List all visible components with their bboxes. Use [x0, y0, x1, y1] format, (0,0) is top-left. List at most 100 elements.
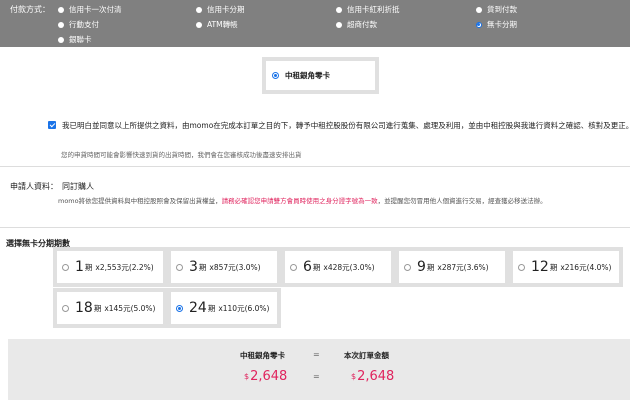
- payment-option-label: 貨到付款: [487, 5, 517, 14]
- radio-icon: [518, 263, 525, 271]
- installment-option-inner: 3 期 x857元(3.0%): [171, 251, 277, 283]
- amount-value: 2,648: [250, 369, 288, 384]
- radio-icon: [62, 304, 69, 312]
- card-option[interactable]: 中租銀角零卡: [262, 57, 379, 94]
- payment-option-label: 無卡分期: [487, 20, 517, 29]
- installment-option-24[interactable]: 24 期 x110元(6.0%): [167, 288, 281, 328]
- installment-option-9[interactable]: 9 期 x287元(3.6%): [395, 247, 509, 287]
- currency-symbol: $: [244, 372, 250, 381]
- installment-periods: 3: [189, 259, 198, 275]
- agreement-row: 我已明白並同意以上所提供之資料，由momo在完成本訂單之目的下，轉予中租控股股份…: [48, 119, 638, 132]
- card-total-amount: $2,648: [244, 369, 287, 384]
- agreement-note: 您的申貸時間可能會影響快速到貨的出貨時間，我們會在您審核成功後盡速安排出貨: [61, 151, 302, 159]
- installment-periods: 24: [189, 300, 207, 316]
- installment-option-inner: 24 期 x110元(6.0%): [171, 292, 277, 324]
- installment-option-inner: 9 期 x287元(3.6%): [399, 251, 505, 283]
- applicant-notice: momo將依您提供資料與中租控股照會及保留出貨權益，請務必確認您申請雙方會員時使…: [58, 195, 547, 205]
- radio-icon: [58, 36, 64, 43]
- radio-icon: [58, 21, 64, 28]
- card-option-inner: 中租銀角零卡: [266, 61, 375, 90]
- divider: [0, 166, 630, 167]
- agreement-checkbox[interactable]: [48, 121, 56, 129]
- payment-option-atm[interactable]: ATM轉帳: [196, 19, 238, 30]
- radio-selected-icon: [176, 304, 183, 312]
- applicant-heading: 申請人資料： 同訂購人: [10, 181, 94, 192]
- installment-option-18[interactable]: 18 期 x145元(5.0%): [53, 288, 167, 328]
- payment-option-convenience-store[interactable]: 超商付款: [336, 19, 377, 30]
- payment-method-label: 付款方式：: [10, 5, 50, 14]
- radio-icon: [62, 263, 69, 271]
- installment-unit: 期: [426, 262, 435, 272]
- payment-option-label: ATM轉帳: [207, 20, 238, 29]
- installment-option-inner: 12 期 x216元(4.0%): [513, 251, 619, 283]
- radio-icon: [290, 263, 297, 271]
- installment-unit: 期: [198, 262, 207, 272]
- applicant-label: 申請人資料：: [10, 182, 58, 191]
- installment-unit: 期: [93, 303, 102, 313]
- card-name: 中租銀角零卡: [285, 71, 330, 80]
- radio-icon: [336, 21, 342, 28]
- installment-option-1[interactable]: 1 期 x2,553元(2.2%): [53, 247, 167, 287]
- payment-option-label: 超商付款: [347, 20, 377, 29]
- radio-icon: [58, 6, 64, 13]
- installment-periods: 12: [531, 259, 549, 275]
- radio-icon: [404, 263, 411, 271]
- payment-option-unionpay[interactable]: 銀聯卡: [58, 34, 92, 45]
- divider: [0, 227, 630, 228]
- installment-periods: 6: [303, 259, 312, 275]
- installment-detail: x110元(6.0%): [218, 303, 270, 313]
- payment-option-label: 信用卡紅利折抵: [347, 5, 400, 14]
- payment-option-credit-bonus[interactable]: 信用卡紅利折抵: [336, 4, 400, 15]
- currency-symbol: $: [351, 372, 357, 381]
- applicant-value: 同訂購人: [62, 182, 94, 191]
- installment-option-3[interactable]: 3 期 x857元(3.0%): [167, 247, 281, 287]
- installment-option-inner: 1 期 x2,553元(2.2%): [57, 251, 163, 283]
- payment-option-label: 信用卡分期: [207, 5, 245, 14]
- payment-option-label: 行動支付: [69, 20, 99, 29]
- payment-option-cod[interactable]: 貨到付款: [476, 4, 517, 15]
- order-total-amount: $2,648: [351, 369, 394, 384]
- payment-option-mobile-pay[interactable]: 行動支付: [58, 19, 99, 30]
- agreement-text: 我已明白並同意以上所提供之資料，由momo在完成本訂單之目的下，轉予中租控股股份…: [62, 121, 634, 130]
- equals-sign: =: [313, 350, 320, 359]
- radio-selected-icon: [272, 72, 279, 79]
- radio-icon: [196, 6, 202, 13]
- installment-option-6[interactable]: 6 期 x428元(3.0%): [281, 247, 395, 287]
- installment-option-inner: 18 期 x145元(5.0%): [57, 292, 163, 324]
- installment-periods: 1: [75, 259, 84, 275]
- payment-option-credit-full[interactable]: 信用卡一次付清: [58, 4, 122, 15]
- installment-detail: x287元(3.6%): [437, 262, 489, 272]
- checkout-page: 付款方式： 信用卡一次付清 信用卡分期 信用卡紅利折抵 貨到付款 行動支付 AT…: [0, 0, 641, 400]
- installment-unit: 期: [84, 262, 93, 272]
- payment-option-label: 信用卡一次付清: [69, 5, 122, 14]
- installment-detail: x428元(3.0%): [323, 262, 375, 272]
- installment-detail: x857元(3.0%): [209, 262, 261, 272]
- installment-detail: x216元(4.0%): [560, 262, 612, 272]
- installment-detail: x2,553元(2.2%): [95, 262, 154, 272]
- order-totals: 中租銀角零卡 = 本次訂單金額 $2,648 = $2,648: [8, 339, 630, 400]
- installment-periods: 18: [75, 300, 93, 316]
- payment-option-cardless-installment[interactable]: 無卡分期: [476, 19, 517, 30]
- amount-value: 2,648: [357, 369, 395, 384]
- payment-method-bar: 付款方式： 信用卡一次付清 信用卡分期 信用卡紅利折抵 貨到付款 行動支付 AT…: [0, 0, 630, 47]
- installment-option-inner: 6 期 x428元(3.0%): [285, 251, 391, 283]
- radio-icon: [176, 263, 183, 271]
- radio-icon: [476, 6, 482, 13]
- payment-option-label: 銀聯卡: [69, 35, 92, 44]
- installment-unit: 期: [312, 262, 321, 272]
- installment-unit: 期: [549, 262, 558, 272]
- notice-text: ，並提醒您勿冒用他人個資進行交易，經查獲必移送法辦。: [377, 197, 547, 205]
- order-total-label: 本次訂單金額: [344, 351, 389, 360]
- notice-text: momo將依您提供資料與中租控股照會及保留出貨權益，: [58, 197, 222, 205]
- installment-periods: 9: [417, 259, 426, 275]
- equals-sign: =: [313, 372, 320, 381]
- installment-detail: x145元(5.0%): [104, 303, 156, 313]
- notice-warning: 請務必確認您申請雙方會員時使用之身分證字號為一致: [221, 197, 378, 205]
- radio-selected-icon: [476, 21, 482, 28]
- installment-unit: 期: [207, 303, 216, 313]
- radio-icon: [196, 21, 202, 28]
- card-total-label: 中租銀角零卡: [240, 351, 285, 360]
- radio-icon: [336, 6, 342, 13]
- payment-option-credit-installment[interactable]: 信用卡分期: [196, 4, 245, 15]
- installment-option-12[interactable]: 12 期 x216元(4.0%): [509, 247, 623, 287]
